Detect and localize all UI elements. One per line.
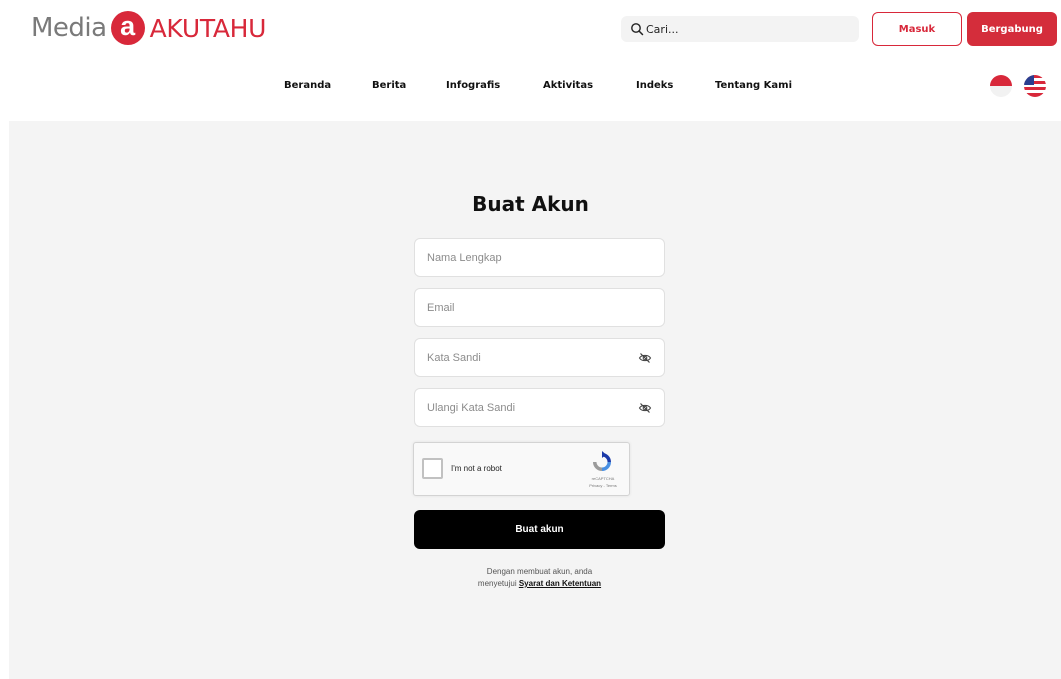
recaptcha-brand: reCAPTCHA: [591, 476, 615, 481]
logo-brand: AKUTAHU: [149, 13, 267, 43]
password-field[interactable]: [414, 338, 665, 377]
us-flag-icon[interactable]: [1024, 75, 1046, 97]
login-button[interactable]: Masuk: [872, 12, 962, 46]
eye-off-icon[interactable]: [638, 401, 652, 415]
recaptcha-checkbox[interactable]: [422, 458, 443, 479]
confirm-password-field[interactable]: [414, 388, 665, 427]
eye-off-icon[interactable]: [638, 351, 652, 365]
terms-notice: Dengan membuat akun, anda menyetujui Sya…: [414, 566, 665, 590]
site-logo[interactable]: Media a AKUTAHU: [31, 10, 266, 46]
search-input[interactable]: [646, 22, 846, 36]
nav-beranda[interactable]: Beranda: [284, 80, 331, 91]
terms-line-2: menyetujui: [477, 579, 517, 588]
search-icon: [630, 22, 644, 36]
create-account-button[interactable]: Buat akun: [414, 510, 665, 549]
logo-text: Media: [31, 13, 107, 43]
search-bar[interactable]: [621, 16, 859, 42]
terms-line-1: Dengan membuat akun, anda: [486, 567, 593, 576]
nav-berita[interactable]: Berita: [372, 80, 406, 91]
recaptcha-widget: I'm not a robot reCAPTCHA Privacy - Term…: [413, 442, 630, 496]
recaptcha-terms[interactable]: Privacy - Terms: [580, 483, 626, 488]
register-button[interactable]: Bergabung: [967, 12, 1057, 46]
recaptcha-label: I'm not a robot: [451, 464, 502, 473]
nav-aktivitas[interactable]: Aktivitas: [543, 80, 593, 91]
nav-indeks[interactable]: Indeks: [636, 80, 673, 91]
indonesia-flag-icon[interactable]: [990, 75, 1012, 97]
confirm-password-input[interactable]: [427, 401, 638, 414]
nav-infografis[interactable]: Infografis: [446, 80, 500, 91]
logo-badge: a: [110, 11, 145, 45]
full-name-field[interactable]: [414, 238, 665, 277]
recaptcha-icon: [590, 450, 614, 474]
nav-tentang-kami[interactable]: Tentang Kami: [715, 80, 792, 91]
email-input[interactable]: [427, 301, 652, 314]
full-name-input[interactable]: [427, 251, 652, 264]
email-field[interactable]: [414, 288, 665, 327]
password-input[interactable]: [427, 351, 638, 364]
terms-link[interactable]: Syarat dan Ketentuan: [519, 579, 601, 588]
page-title: Buat Akun: [472, 192, 589, 216]
